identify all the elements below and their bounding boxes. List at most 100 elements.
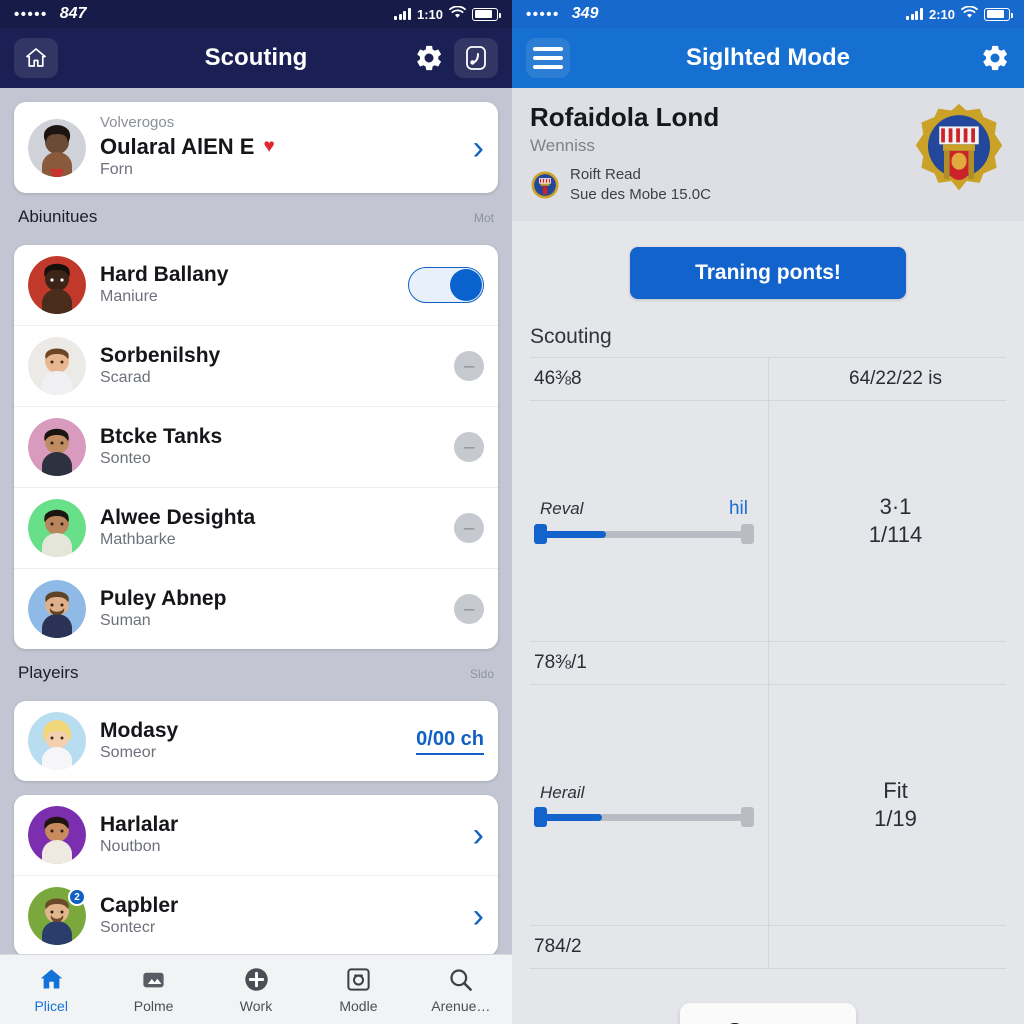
tab-label: Plicel bbox=[34, 997, 68, 1014]
camera-icon bbox=[347, 967, 370, 991]
stat-block: Fit 1/19 bbox=[789, 777, 1002, 834]
list-item[interactable]: Btcke Tanks Sonteo – bbox=[14, 407, 498, 489]
featured-name-wrap: Oularal AlEN E ♥ bbox=[100, 133, 459, 161]
slider-labels: Reval hil bbox=[534, 498, 754, 520]
grid-cell-slider: Herail bbox=[530, 685, 768, 925]
list-item[interactable]: Sorbenilshy Scarad – bbox=[14, 326, 498, 408]
slider-handle-left[interactable] bbox=[534, 807, 547, 828]
hamburger-icon bbox=[533, 47, 563, 69]
avatar bbox=[28, 499, 86, 558]
remove-button[interactable]: – bbox=[454, 513, 484, 544]
status-time: 349 bbox=[571, 5, 599, 22]
chevron-right-icon[interactable]: › bbox=[473, 131, 484, 165]
section-header-abiunitues: Abiunitues Mot bbox=[14, 193, 498, 231]
club-meta-line1: Roift Read bbox=[570, 165, 641, 183]
range-slider[interactable] bbox=[534, 807, 754, 828]
list-item-text: Puley Abnep Suman bbox=[100, 586, 440, 632]
home-icon bbox=[26, 48, 46, 67]
club-subtitle: Wenniss bbox=[530, 135, 595, 155]
section-title: Playeirs bbox=[18, 663, 79, 683]
featured-eyebrow: Volverogos bbox=[100, 114, 175, 131]
scouting-grid: 46⅜8 64/22/22 is Reval hil 3·1 1/114 78⅜… bbox=[530, 357, 1006, 970]
featured-sub: Forn bbox=[100, 161, 133, 179]
section-more-link[interactable]: Sldo bbox=[470, 667, 494, 681]
list-item[interactable]: 2 Capbler Sontecr › bbox=[14, 876, 498, 954]
slider-link[interactable]: hil bbox=[729, 498, 748, 520]
featured-player-card[interactable]: Volverogos Oularal AlEN E ♥ Forn › bbox=[14, 102, 498, 194]
playeirs-list: Modasy Someor 0/00 ch bbox=[14, 701, 498, 782]
slider-handle-left[interactable] bbox=[534, 524, 547, 545]
range-slider[interactable] bbox=[534, 524, 754, 545]
avatar bbox=[28, 806, 86, 865]
remove-button[interactable]: – bbox=[454, 594, 484, 625]
chevron-right-icon[interactable]: › bbox=[473, 899, 484, 933]
home-icon bbox=[40, 968, 62, 988]
gear-icon[interactable] bbox=[980, 43, 1010, 73]
tab-plicel[interactable]: Plicel bbox=[0, 966, 102, 1014]
list-item-name: Puley Abnep bbox=[100, 586, 227, 610]
section-header-playeirs: Playeirs Sldo bbox=[14, 649, 498, 687]
grid-footer-row: 784/2 bbox=[530, 926, 1006, 970]
slider-group: Reval hil bbox=[534, 498, 764, 545]
list-item[interactable]: Modasy Someor 0/00 ch bbox=[14, 701, 498, 781]
carrier-dots: ••••• bbox=[14, 5, 48, 23]
list-item-name: Capbler bbox=[100, 893, 179, 917]
grid-row: Herail Fit 1/19 bbox=[530, 685, 1006, 927]
grid-cell-slider: Reval hil bbox=[530, 401, 768, 641]
remove-button[interactable]: – bbox=[454, 351, 484, 382]
slider-handle-right[interactable] bbox=[741, 807, 754, 828]
grid-row: Reval hil 3·1 1/114 bbox=[530, 401, 1006, 643]
stat-line-1: 3·1 bbox=[879, 493, 912, 519]
signal-bars-icon bbox=[394, 8, 411, 20]
tab-label: Arenue… bbox=[431, 997, 491, 1014]
list-item-sub: Someor bbox=[100, 744, 157, 762]
left-phone-panel: ••••• 847 1:10 Scouting Volverogos Oular… bbox=[0, 0, 512, 1024]
list-item[interactable]: Hard Ballany Maniure bbox=[14, 245, 498, 327]
list-item[interactable]: Harlalar Noutbon › bbox=[14, 795, 498, 877]
wifi-icon bbox=[961, 5, 978, 22]
section-more-link[interactable]: Mot bbox=[474, 211, 494, 225]
dual-phone-screenshot: ••••• 847 1:10 Scouting Volverogos Oular… bbox=[0, 0, 1024, 1024]
whistle-tool-button[interactable] bbox=[454, 38, 498, 78]
signal-bars-icon bbox=[906, 8, 923, 20]
search-icon bbox=[450, 968, 473, 991]
avatar bbox=[28, 418, 86, 477]
tab-label: Modle bbox=[339, 997, 378, 1014]
bottom-tab-bar: Plicel Polme Work Modle Arenue… bbox=[0, 954, 512, 1024]
gear-icon[interactable] bbox=[414, 43, 444, 73]
club-header: Rofaidola Lond Wenniss Roift Read Sue de… bbox=[512, 88, 1024, 222]
tab-polme[interactable]: Polme bbox=[102, 966, 204, 1014]
featured-text: Volverogos Oularal AlEN E ♥ Forn bbox=[100, 114, 459, 181]
grid-header-row: 46⅜8 64/22/22 is bbox=[530, 358, 1006, 402]
list-item[interactable]: Alwee Desighta Mathbarke – bbox=[14, 488, 498, 570]
training-points-button[interactable]: Traning ponts! bbox=[630, 247, 906, 300]
tab-label: Polme bbox=[133, 997, 174, 1014]
home-button[interactable] bbox=[14, 38, 58, 78]
slider-handle-right[interactable] bbox=[741, 524, 754, 545]
scouting-section-label: Scouting bbox=[530, 325, 612, 349]
tab-arenue[interactable]: Arenue… bbox=[410, 966, 512, 1014]
on-now-button[interactable]: On now bbox=[679, 1003, 857, 1024]
chevron-right-icon[interactable]: › bbox=[473, 818, 484, 852]
list-item-sub: Maniure bbox=[100, 288, 158, 306]
featured-row[interactable]: Volverogos Oularal AlEN E ♥ Forn › bbox=[14, 102, 498, 193]
avatar-wrap bbox=[28, 806, 86, 865]
heart-icon[interactable]: ♥ bbox=[263, 135, 274, 159]
tab-modle[interactable]: Modle bbox=[307, 966, 409, 1014]
list-item-sub: Scarad bbox=[100, 369, 151, 387]
tab-work[interactable]: Work bbox=[205, 966, 307, 1014]
row-toggle-switch[interactable] bbox=[408, 267, 484, 304]
menu-button[interactable] bbox=[526, 38, 570, 78]
grid-cell bbox=[768, 642, 1006, 685]
left-scroll-area[interactable]: Volverogos Oularal AlEN E ♥ Forn › Abiun… bbox=[0, 88, 512, 954]
list-item-sub: Sonteo bbox=[100, 450, 151, 468]
list-item-text: Harlalar Noutbon bbox=[100, 812, 459, 858]
remove-button[interactable]: – bbox=[454, 432, 484, 463]
list-item-sub: Noutbon bbox=[100, 838, 161, 856]
left-status-bar: ••••• 847 1:10 bbox=[0, 0, 512, 28]
wifi-icon bbox=[449, 5, 466, 22]
list-item[interactable]: Puley Abnep Suman – bbox=[14, 569, 498, 649]
grid-header-right: 64/22/22 is bbox=[849, 368, 942, 390]
whistle-icon bbox=[466, 46, 486, 70]
row-stat-link[interactable]: 0/00 ch bbox=[416, 728, 484, 755]
